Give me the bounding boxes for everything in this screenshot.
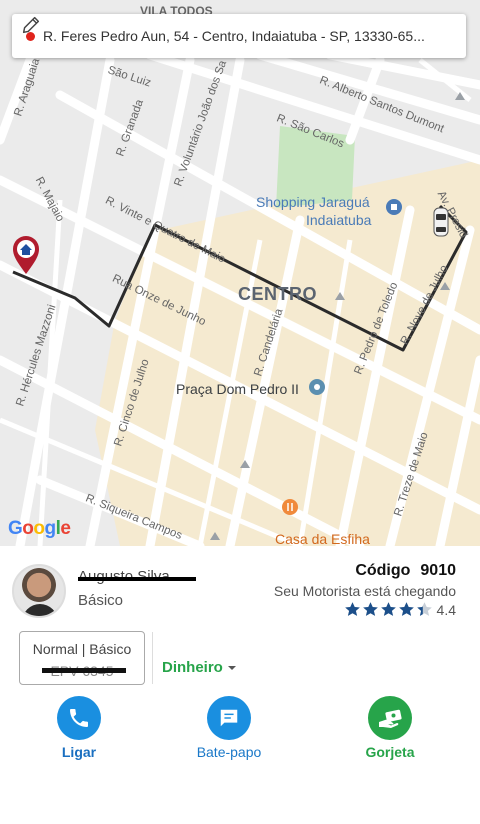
vehicle-category: Normal | Básico: [32, 641, 132, 657]
caret-down-icon: [227, 666, 236, 671]
chat-icon: [220, 709, 238, 727]
call-button[interactable]: Ligar: [29, 696, 129, 760]
redaction-bar: [78, 577, 196, 581]
driver-status: Seu Motorista está chegando: [273, 583, 456, 599]
poi-label-shopping-line1[interactable]: Shopping Jaraguá: [256, 194, 370, 210]
star-icon: [416, 602, 432, 616]
ride-code: Código 9010: [355, 562, 456, 580]
ride-code-value: 9010: [420, 562, 456, 579]
driver-rating: 4.4: [344, 601, 456, 618]
tip-icon: [379, 709, 402, 728]
poi-label-shopping-line2[interactable]: Indaiatuba: [306, 212, 371, 228]
restaurant-pin-icon: [282, 499, 298, 515]
vehicle-plate: EPV 6345: [20, 663, 144, 679]
district-label: CENTRO: [238, 284, 317, 304]
shopping-pin-icon: [386, 199, 402, 215]
chat-label: Bate-papo: [196, 744, 262, 760]
tip-button[interactable]: Gorjeta: [340, 696, 440, 760]
rating-value: 4.4: [436, 601, 456, 618]
home-marker-icon: [13, 236, 39, 274]
map-view[interactable]: VILA TODOS R. Feres Pedro Aun, 54 - Cent…: [0, 0, 480, 546]
star-icon: [398, 602, 414, 616]
address-bar[interactable]: R. Feres Pedro Aun, 54 - Centro, Indaiat…: [12, 14, 466, 58]
divider: [152, 632, 153, 684]
edit-pencil-icon[interactable]: [20, 14, 42, 36]
ride-code-label: Código: [355, 562, 411, 579]
call-label: Ligar: [61, 744, 97, 760]
redaction-bar: [42, 668, 126, 673]
address-text: R. Feres Pedro Aun, 54 - Centro, Indaiat…: [43, 28, 425, 44]
star-icon: [362, 602, 378, 616]
star-icon: [344, 602, 360, 616]
google-logo: Google: [8, 518, 71, 539]
tip-label: Gorjeta: [365, 744, 415, 760]
driver-avatar: [12, 564, 66, 618]
driver-category: Básico: [78, 592, 124, 609]
payment-method-dropdown[interactable]: Dinheiro: [162, 659, 236, 676]
vehicle-box: Normal | Básico EPV 6345: [19, 631, 145, 685]
driver-name: Augusto Silva: [78, 570, 196, 584]
chat-button[interactable]: Bate-papo: [179, 696, 279, 760]
poi-label-casa-esfiha[interactable]: Casa da Esfiha: [275, 531, 370, 546]
star-icon: [380, 602, 396, 616]
poi-label-praca[interactable]: Praça Dom Pedro II: [176, 381, 299, 397]
phone-icon: [70, 709, 88, 727]
rating-stars: [344, 601, 434, 618]
praca-pin-icon: [309, 379, 325, 395]
driver-panel: Augusto Silva Básico Código 9010 Seu Moto…: [0, 546, 480, 824]
